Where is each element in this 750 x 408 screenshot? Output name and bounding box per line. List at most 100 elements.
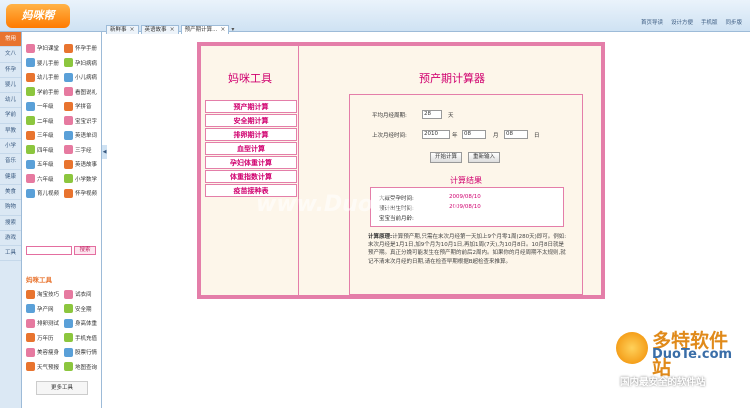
- top-link-settings[interactable]: 设计方便: [671, 18, 693, 26]
- close-icon[interactable]: ×: [130, 26, 135, 34]
- tool-item[interactable]: 安全期: [64, 303, 102, 316]
- top-link-sync[interactable]: 同步版: [725, 18, 742, 26]
- category-item[interactable]: 音乐: [0, 154, 21, 170]
- sidebar-item[interactable]: 看图说礼: [64, 86, 102, 99]
- category-item[interactable]: 游戏: [0, 231, 21, 247]
- sidebar-icon: [26, 174, 35, 184]
- last-period-label: 上次月经时间:: [372, 133, 407, 139]
- tool-item[interactable]: 美容瘦身: [26, 346, 64, 359]
- sidebar-item[interactable]: 宝宝识字: [64, 115, 102, 128]
- collapse-sidebar-icon[interactable]: ◀: [102, 145, 107, 159]
- sidebar-item[interactable]: 三年级: [26, 129, 64, 142]
- tool-link-blood-type[interactable]: 血型计算: [205, 142, 297, 155]
- sidebar-item[interactable]: 婴儿手册: [26, 57, 64, 70]
- tool-icon: [26, 318, 35, 328]
- tool-link-pregnancy-weight[interactable]: 孕妇体重计算: [205, 156, 297, 169]
- sidebar-item[interactable]: 六年级: [26, 173, 64, 186]
- category-item[interactable]: 早教: [0, 124, 21, 140]
- tool-link-ovulation[interactable]: 排卵期计算: [205, 128, 297, 141]
- tool-item[interactable]: 孕产网: [26, 303, 64, 316]
- reset-button[interactable]: 重新输入: [468, 152, 500, 163]
- month-input[interactable]: 08: [462, 130, 486, 139]
- sidebar-item[interactable]: 幼儿手册: [26, 71, 64, 84]
- sidebar-item[interactable]: 三字经: [64, 144, 102, 157]
- tools-title: 妈咪工具: [26, 276, 52, 284]
- category-item[interactable]: 小学: [0, 139, 21, 155]
- tool-icon: [26, 347, 35, 357]
- tool-icon: [64, 333, 73, 343]
- new-tab-icon[interactable]: ▾: [231, 25, 239, 34]
- app-logo[interactable]: 妈咪帮: [6, 4, 70, 28]
- sidebar-item[interactable]: 二年级: [26, 115, 64, 128]
- sidebar-item[interactable]: 小儿病病: [64, 71, 102, 84]
- day-input[interactable]: 08: [504, 130, 528, 139]
- sidebar: 孕妇课堂 怀孕手册 婴儿手册 孕妇病病 幼儿手册 小儿病病 学前手册 看图说礼一年级 学拼音 二年…: [22, 32, 102, 408]
- tool-icon: [64, 289, 73, 299]
- top-link-mobile[interactable]: 手机版: [701, 18, 718, 26]
- sidebar-icon: [26, 43, 35, 53]
- category-item[interactable]: 幼儿: [0, 93, 21, 109]
- category-item[interactable]: 文八: [0, 47, 21, 63]
- tool-item[interactable]: 天气预报: [26, 361, 64, 374]
- tool-link-safe-period[interactable]: 安全期计算: [205, 114, 297, 127]
- sidebar-label: 孕妇课堂: [37, 46, 60, 53]
- sidebar-item[interactable]: 英语故事: [64, 158, 102, 171]
- sidebar-label: 幼儿手册: [37, 75, 60, 82]
- category-item[interactable]: 婴儿: [0, 78, 21, 94]
- sidebar-item[interactable]: 英语单词: [64, 129, 102, 142]
- tool-item[interactable]: 万年历: [26, 332, 64, 345]
- more-tools-button[interactable]: 更多工具: [36, 381, 88, 395]
- tool-link-bmi[interactable]: 体重指数计算: [205, 170, 297, 183]
- sidebar-label: 育儿视频: [37, 191, 60, 198]
- tab-due-date-calc[interactable]: 预产期计算... ×: [180, 25, 230, 34]
- panel-title: 妈咪工具: [228, 72, 272, 85]
- sidebar-item[interactable]: 孕妇课堂: [26, 42, 64, 55]
- sidebar-item[interactable]: 四年级: [26, 144, 64, 157]
- sidebar-item[interactable]: 育儿视频: [26, 187, 64, 200]
- close-icon[interactable]: ×: [220, 26, 225, 34]
- sidebar-item[interactable]: 一年级: [26, 100, 64, 113]
- category-item[interactable]: 工具: [0, 246, 21, 262]
- sidebar-icon: [26, 145, 35, 155]
- cycle-input[interactable]: 28: [422, 110, 442, 119]
- tab-english-story[interactable]: 英语故事 ×: [140, 25, 179, 34]
- category-item[interactable]: 健康: [0, 170, 21, 185]
- tool-item[interactable]: 排卵测试: [26, 317, 64, 330]
- tool-item[interactable]: 地图查询: [64, 361, 102, 374]
- sidebar-item[interactable]: 怀孕手册: [64, 42, 102, 55]
- sidebar-item[interactable]: 学前手册: [26, 86, 64, 99]
- tool-icon: [64, 304, 73, 314]
- sidebar-item[interactable]: 学拼音: [64, 100, 102, 113]
- search-input[interactable]: [26, 246, 72, 255]
- year-input[interactable]: 2010: [422, 130, 450, 139]
- tool-item[interactable]: 股票行情: [64, 346, 102, 359]
- start-calc-button[interactable]: 开始计算: [430, 152, 462, 163]
- tool-item[interactable]: 身高体重: [64, 317, 102, 330]
- category-item[interactable]: 学前: [0, 108, 21, 124]
- sidebar-item[interactable]: 孕妇病病: [64, 57, 102, 70]
- sidebar-icon: [64, 174, 73, 184]
- sidebar-icon: [64, 72, 73, 82]
- sidebar-icon: [26, 159, 35, 169]
- close-icon[interactable]: ×: [170, 26, 175, 34]
- tab-news[interactable]: 新鲜事 ×: [106, 25, 139, 34]
- tool-item[interactable]: 手机充值: [64, 332, 102, 345]
- tool-item[interactable]: 试衣间: [64, 288, 102, 301]
- category-item[interactable]: 常用: [0, 32, 21, 48]
- search-button[interactable]: 搜索: [74, 246, 96, 255]
- tool-item[interactable]: 淘宝技巧: [26, 288, 64, 301]
- category-item[interactable]: 怀孕: [0, 63, 21, 78]
- tool-label: 安全期: [75, 306, 92, 313]
- sidebar-item[interactable]: 五年级: [26, 158, 64, 171]
- tool-link-due-date[interactable]: 预产期计算: [205, 100, 297, 113]
- sidebar-item[interactable]: 小学数学: [64, 173, 102, 186]
- category-item[interactable]: 搜索: [0, 216, 21, 231]
- top-link-home[interactable]: 首页导读: [641, 18, 663, 26]
- sidebar-item[interactable]: 怀孕视频: [64, 187, 102, 200]
- category-item[interactable]: 购物: [0, 200, 21, 216]
- calculation-note: 计算原理:计算预产期,只需在末次月经第一天加上9个月零1周(280天)即可。例如…: [368, 233, 568, 266]
- category-item[interactable]: 美食: [0, 185, 21, 201]
- sidebar-label: 看图说礼: [75, 89, 98, 96]
- cycle-label: 平均月经周期:: [372, 113, 407, 119]
- tool-label: 淘宝技巧: [37, 292, 60, 299]
